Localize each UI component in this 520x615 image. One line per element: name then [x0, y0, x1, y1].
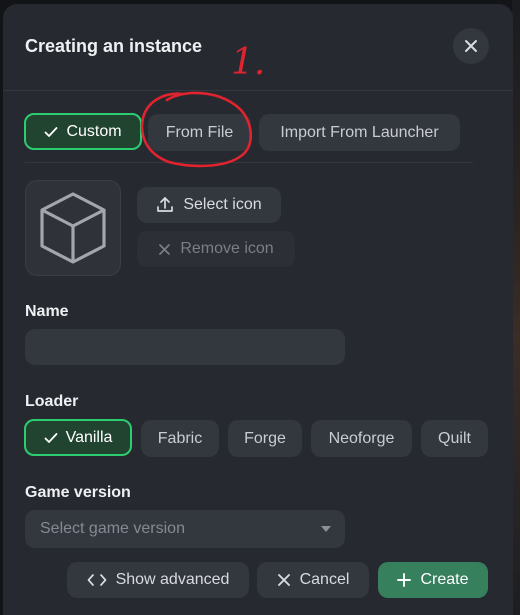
instance-icon-preview: [25, 180, 121, 276]
create-label: Create: [420, 571, 469, 588]
close-button[interactable]: [453, 28, 489, 64]
tab-custom[interactable]: Custom: [24, 113, 142, 150]
tab-custom-label: Custom: [66, 122, 122, 140]
loader-forge-label: Forge: [244, 429, 286, 447]
loader-forge[interactable]: Forge: [228, 420, 302, 457]
upload-icon: [157, 197, 174, 212]
loader-fabric[interactable]: Fabric: [141, 420, 219, 457]
tab-from-file-label: From File: [165, 123, 234, 141]
remove-icon-label: Remove icon: [180, 240, 274, 257]
tabs-divider: [25, 162, 473, 163]
tab-from-file[interactable]: From File: [148, 114, 251, 151]
loader-vanilla[interactable]: Vanilla: [24, 419, 132, 456]
game-version-label: Game version: [25, 484, 131, 501]
select-icon-label: Select icon: [183, 196, 262, 213]
select-icon-button[interactable]: Select icon: [137, 187, 281, 223]
loader-neoforge-label: Neoforge: [328, 429, 395, 447]
cancel-button[interactable]: Cancel: [257, 562, 369, 598]
background-edge: [512, 0, 520, 615]
annotation-number: 1.: [231, 42, 266, 83]
create-instance-dialog: Creating an instance Custom From File Im…: [3, 4, 513, 615]
loader-fabric-label: Fabric: [157, 429, 203, 447]
remove-icon-button[interactable]: Remove icon: [137, 231, 295, 267]
game-version-placeholder: Select game version: [40, 520, 185, 537]
dropdown-caret-icon: [321, 526, 331, 532]
check-icon: [44, 432, 57, 443]
close-icon: [465, 40, 477, 52]
name-label: Name: [25, 303, 69, 320]
show-advanced-label: Show advanced: [115, 571, 230, 588]
plus-icon: [397, 573, 412, 587]
show-advanced-button[interactable]: Show advanced: [67, 562, 249, 598]
loader-quilt-label: Quilt: [438, 429, 471, 447]
code-icon: [87, 574, 106, 586]
create-button[interactable]: Create: [378, 562, 488, 598]
tab-import-label: Import From Launcher: [280, 123, 439, 141]
header-divider: [3, 90, 513, 91]
game-version-select[interactable]: Select game version: [25, 510, 345, 548]
loader-label: Loader: [25, 393, 79, 410]
check-icon: [45, 126, 58, 137]
close-icon: [159, 243, 171, 255]
tab-import-from-launcher[interactable]: Import From Launcher: [259, 114, 460, 151]
cancel-label: Cancel: [299, 571, 350, 588]
dialog-title: Creating an instance: [25, 36, 203, 56]
loader-vanilla-label: Vanilla: [65, 428, 113, 446]
loader-quilt[interactable]: Quilt: [421, 420, 488, 457]
loader-neoforge[interactable]: Neoforge: [311, 420, 412, 457]
cube-icon: [40, 192, 106, 264]
close-icon: [277, 574, 290, 586]
name-input[interactable]: [25, 329, 345, 365]
